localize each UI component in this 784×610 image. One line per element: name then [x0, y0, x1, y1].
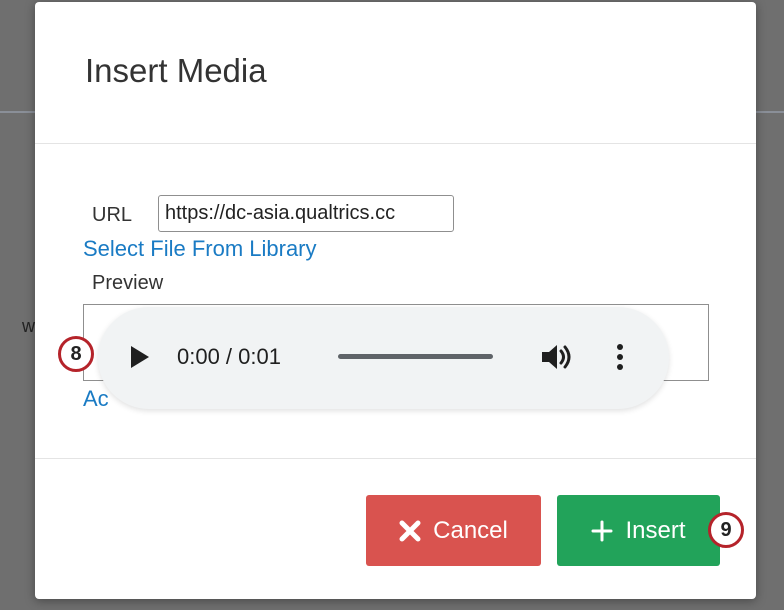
audio-progress-bar[interactable]	[338, 354, 493, 359]
cancel-button[interactable]: Cancel	[366, 495, 541, 566]
cancel-button-label: Cancel	[433, 516, 508, 544]
background-rule-right	[756, 111, 784, 113]
close-x-icon	[399, 520, 421, 542]
audio-time-display: 0:00 / 0:01	[177, 344, 281, 369]
insert-button-label: Insert	[625, 516, 686, 544]
url-input[interactable]	[158, 195, 454, 232]
plus-icon	[591, 520, 613, 542]
play-icon[interactable]	[128, 344, 152, 370]
background-partial-text: w	[22, 316, 35, 336]
add-link-partial[interactable]: Ac	[83, 386, 109, 412]
insert-media-dialog: Insert Media URL Select File From Librar…	[35, 2, 756, 599]
header-divider	[35, 143, 756, 144]
url-label: URL	[92, 204, 133, 226]
background-rule-top	[0, 111, 35, 113]
step-callout-9: 9	[708, 512, 744, 548]
footer-divider	[35, 458, 756, 459]
step-callout-8: 8	[58, 336, 94, 372]
preview-label: Preview	[92, 272, 164, 294]
dialog-title: Insert Media	[85, 52, 267, 89]
volume-icon[interactable]	[540, 342, 574, 372]
more-options-icon[interactable]	[613, 342, 627, 372]
select-file-from-library-link[interactable]: Select File From Library	[83, 236, 317, 262]
insert-button[interactable]: Insert	[557, 495, 720, 566]
